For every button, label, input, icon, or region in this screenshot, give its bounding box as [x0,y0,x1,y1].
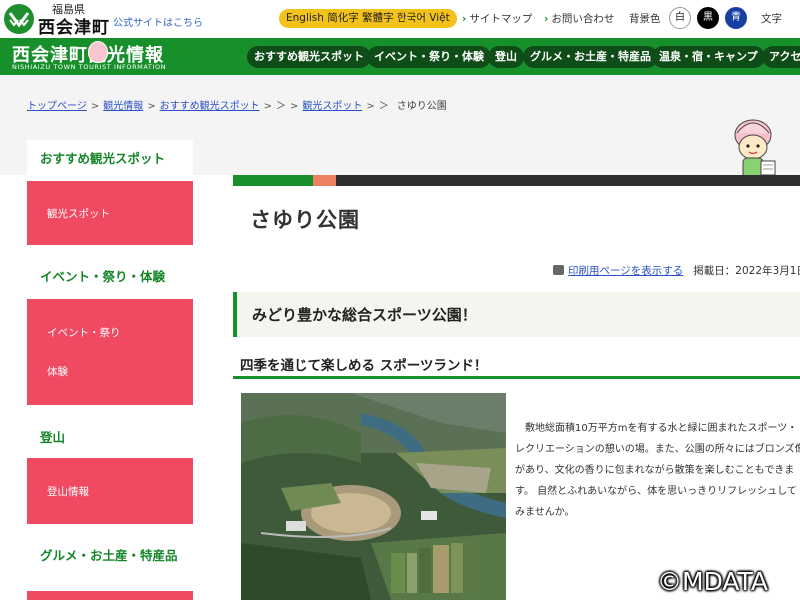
breadcrumb-text: ＞ [275,101,286,112]
nav-item-onsen-stay[interactable]: 温泉・宿・キャンプ [652,46,765,68]
official-site-link[interactable]: 公式サイトはこちら [113,14,203,29]
town-emblem-icon[interactable] [4,4,34,34]
section-heading: みどり豊かな総合スポーツ公園！ [252,306,477,324]
print-page-link[interactable]: 印刷用ページを表示する [568,265,683,277]
sitemap-label: サイトマップ [469,13,533,25]
sidebar-heading-recommended[interactable]: おすすめ観光スポット [27,140,193,175]
bg-black-button[interactable]: 黒 [697,7,719,29]
sidebar-heading-mountain[interactable]: 登山 [27,424,193,452]
nav-item-recommended-spots[interactable]: おすすめ観光スポット [247,46,371,68]
printer-icon [553,265,564,275]
breadcrumb-link-recommended[interactable]: おすすめ観光スポット [160,101,260,112]
breadcrumb-link-tourism[interactable]: 観光情報 [103,101,143,112]
town-logo-text[interactable]: 西会津町 [38,13,110,38]
page: 福島県 西会津町 公式サイトはこちら English 简化字 繁體字 한국어 V… [0,0,800,600]
text-size-label: 文字 [761,13,782,25]
mascot-character-icon [734,119,776,179]
breadcrumb-separator: > [289,101,299,112]
sidebar-link-mountain-info[interactable]: 登山情報 [47,484,89,499]
breadcrumb-separator: > [366,101,375,112]
bg-blue-button[interactable]: 青 [725,7,747,29]
park-aerial-photo [241,393,506,600]
top-utility-bar: 福島県 西会津町 公式サイトはこちら English 简化字 繁體字 한국어 V… [0,0,800,38]
copyright-watermark: ©MDATA [657,567,768,596]
breadcrumb-separator: > [90,101,100,112]
nav-item-gourmet[interactable]: グルメ・お土産・特産品 [523,46,658,68]
breadcrumb-separator: > [263,101,272,112]
sidebar-link-spots[interactable]: 観光スポット [47,206,110,221]
breadcrumb-separator: > [147,101,156,112]
mascot-icon [88,41,108,63]
sidebar-link-experience[interactable]: 体験 [47,364,68,379]
contact-link[interactable]: › お問い合わせ [544,11,614,26]
sidebar-heading-events[interactable]: イベント・祭り・体験 [27,262,193,292]
breadcrumb-text: ＞ [378,101,389,112]
title-bar-accent-orange [313,175,336,186]
chevron-right-icon: › [544,13,549,25]
nav-item-access[interactable]: アクセ [762,46,800,68]
sidebar-heading-gourmet[interactable]: グルメ・お土産・特産品 [27,545,193,581]
body-paragraph: 敷地総面積10万平方mを有する水と緑に囲まれたスポーツ・レクリエーションの憩いの… [515,423,800,518]
page-title: さゆり公園 [250,208,360,232]
main-navigation: 西会津町観光情報 NISHIAIZU TOWN TOURIST INFORMAT… [0,38,800,75]
sidebar-link-events[interactable]: イベント・祭り [47,325,121,340]
sidebar-box-events [27,299,193,405]
breadcrumb: トップページ > 観光情報 > おすすめ観光スポット > ＞ > 観光スポット > ＞さゆり公園 [27,97,447,112]
nav-item-mountain-climbing[interactable]: 登山 [488,46,524,68]
sitemap-link[interactable]: › サイトマップ [462,11,532,26]
language-selector[interactable]: English 简化字 繁體字 한국어 Việt [279,9,457,28]
print-row: 印刷用ページを表示する 掲載日：2022年3月1日 [553,263,800,278]
nav-item-events[interactable]: イベント・祭り・体験 [367,46,491,68]
breadcrumb-link-spots[interactable]: 観光スポット [302,101,362,112]
background-color-label: 背景色 [629,13,661,25]
subsection-underline [233,376,800,379]
contact-label: お問い合わせ [551,13,615,25]
breadcrumb-link-top[interactable]: トップページ [27,101,87,112]
chevron-right-icon: › [462,13,467,25]
breadcrumb-current: さゆり公園 [396,101,447,112]
bg-white-button[interactable]: 白 [669,7,691,29]
published-date: 掲載日：2022年3月1日 [693,265,800,277]
sidebar-box-gourmet [27,591,193,600]
subsection-heading: 四季を通じて楽しめる スポーツランド！ [240,358,488,374]
site-brand-subtitle: NISHIAIZU TOWN TOURIST INFORMATION [12,63,167,71]
title-bar-accent-green [233,175,313,186]
